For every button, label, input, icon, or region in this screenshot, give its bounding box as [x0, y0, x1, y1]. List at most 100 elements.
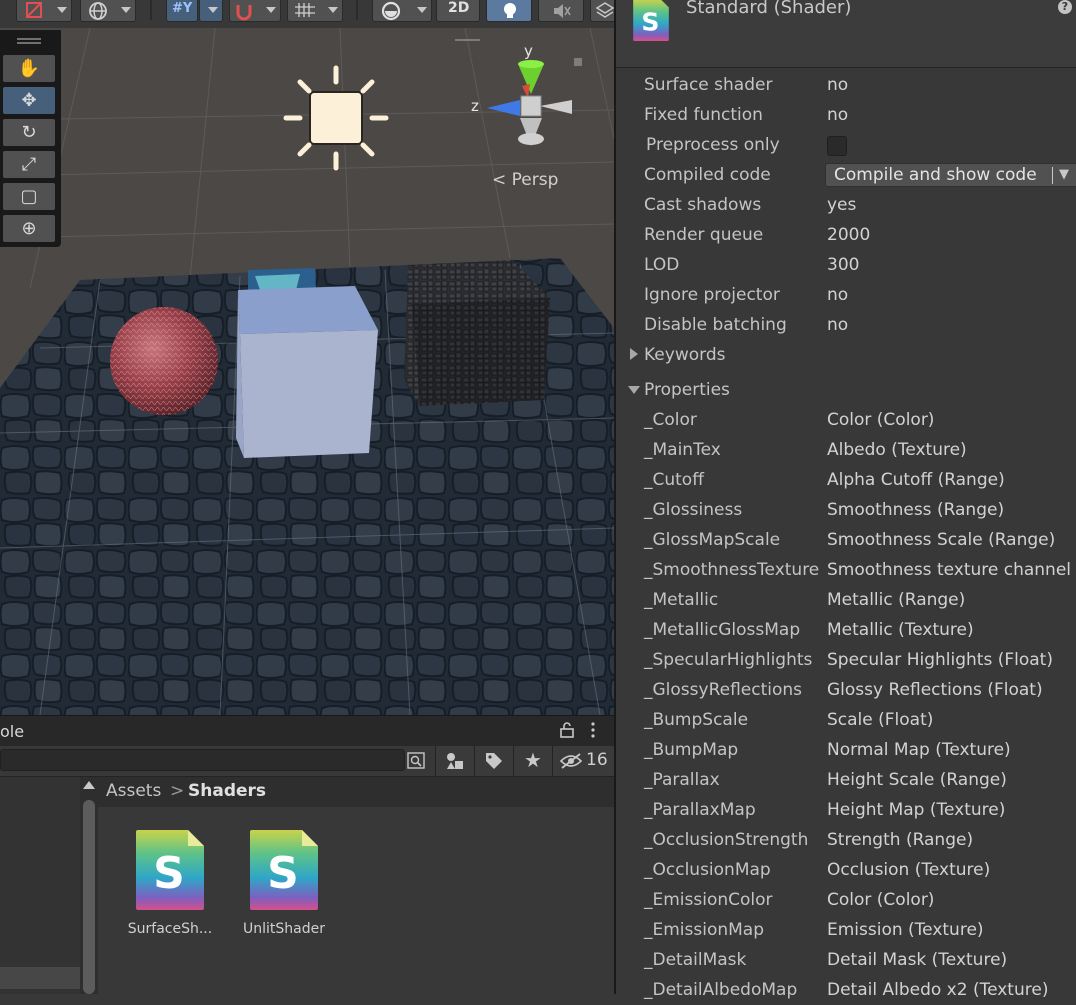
- tool-palette: ✋ ✥ ↻ ⤢ ▢ ⊕: [0, 30, 61, 247]
- palette-handle[interactable]: [17, 38, 41, 40]
- filter-by-type-button[interactable]: [435, 746, 474, 776]
- project-search-input[interactable]: [0, 749, 405, 771]
- property-description: Metallic (Range): [827, 590, 966, 610]
- property-description: Smoothness Scale (Range): [827, 530, 1056, 550]
- preprocess-only-checkbox[interactable]: [827, 136, 847, 156]
- shading-sphere-icon: [381, 1, 401, 21]
- console-tab[interactable]: ole: [0, 722, 24, 741]
- favorites-button[interactable]: ★: [513, 746, 552, 776]
- asset-label: SurfaceSh...: [127, 921, 213, 937]
- lighting-toggle-button[interactable]: [486, 0, 532, 22]
- hidden-packages-button[interactable]: 16: [552, 746, 615, 776]
- property-name: _SpecularHighlights: [644, 650, 813, 670]
- magnet-icon: [236, 5, 252, 21]
- property-description: Metallic (Texture): [827, 620, 974, 640]
- lock-icon[interactable]: [559, 722, 575, 738]
- grid-icon: [295, 3, 315, 17]
- property-row: _OcclusionMap Occlusion (Texture): [616, 855, 1076, 885]
- property-row: _ParallaxMap Height Map (Texture): [616, 795, 1076, 825]
- transform-tool-button[interactable]: ⊕: [3, 215, 55, 242]
- property-name: _Parallax: [644, 770, 720, 790]
- property-row: _Cutoff Alpha Cutoff (Range): [616, 465, 1076, 495]
- property-name: _Color: [644, 410, 697, 430]
- tag-icon: [486, 753, 502, 769]
- row-fixed-function: Fixed function no: [616, 100, 1076, 130]
- grid-visibility-dropdown[interactable]: [287, 0, 343, 22]
- property-row: _Metallic Metallic (Range): [616, 585, 1076, 615]
- property-row: _BumpMap Normal Map (Texture): [616, 735, 1076, 765]
- directional-light-icon[interactable]: [283, 65, 389, 171]
- field-label: Surface shader: [644, 75, 773, 95]
- field-label: LOD: [644, 255, 680, 275]
- property-description: Emission (Texture): [827, 920, 984, 940]
- property-name: _Glossiness: [644, 500, 743, 520]
- expanded-arrow-icon: [628, 386, 640, 394]
- bark-cube-object[interactable]: [404, 260, 550, 406]
- render-mode-dropdown[interactable]: [372, 0, 432, 22]
- dropdown-arrow-icon[interactable]: ▼: [1059, 167, 1069, 182]
- gizmo-y-label: y: [524, 42, 533, 60]
- svg-text:S: S: [267, 848, 299, 899]
- folder-tree-selected-item[interactable]: [0, 967, 80, 989]
- property-row: _MetallicGlossMap Metallic (Texture): [616, 615, 1076, 645]
- asset-label: UnlitShader: [243, 921, 325, 937]
- layers-icon: [595, 2, 615, 18]
- scene-view[interactable]: z y < Persp: [0, 28, 614, 715]
- shader-icon: S: [250, 830, 318, 910]
- svg-text:S: S: [153, 848, 185, 899]
- field-value: no: [827, 315, 849, 335]
- audio-toggle-button[interactable]: [538, 0, 584, 22]
- property-name: _EmissionColor: [644, 890, 773, 910]
- property-row: _Glossiness Smoothness (Range): [616, 495, 1076, 525]
- property-row: _SmoothnessTexture Smoothness texture cha…: [616, 555, 1076, 585]
- row-ignore-projector: Ignore projector no: [616, 280, 1076, 310]
- 2d-toggle-button[interactable]: 2D: [436, 0, 480, 22]
- red-sphere-object[interactable]: [110, 307, 218, 415]
- row-lod: LOD 300: [616, 250, 1076, 280]
- more-options-icon[interactable]: [590, 722, 596, 738]
- move-icon: ✥: [21, 90, 37, 111]
- breadcrumb-assets[interactable]: Assets: [106, 781, 161, 801]
- property-name: _BumpMap: [644, 740, 739, 760]
- properties-foldout[interactable]: Properties: [616, 375, 1076, 405]
- scroll-up-icon[interactable]: [83, 781, 95, 789]
- global-toggle-dropdown[interactable]: [80, 0, 136, 22]
- move-tool-button[interactable]: ✥: [3, 87, 55, 114]
- rotate-tool-button[interactable]: ↻: [3, 119, 55, 146]
- rect-tool-button[interactable]: ▢: [3, 183, 55, 210]
- shapes-icon: [447, 753, 463, 769]
- help-icon[interactable]: ?: [1058, 0, 1072, 14]
- shader-icon: S: [136, 830, 204, 910]
- filter-by-label-button[interactable]: [474, 746, 513, 776]
- projection-toggle[interactable]: < Persp: [492, 170, 558, 190]
- search-by-type-icon[interactable]: [407, 752, 427, 770]
- breadcrumb-separator: >: [170, 781, 185, 801]
- breadcrumb-shaders[interactable]: Shaders: [188, 781, 266, 801]
- project-folder-tree[interactable]: [0, 777, 81, 994]
- property-name: _ParallaxMap: [644, 800, 756, 820]
- property-name: _OcclusionMap: [644, 860, 771, 880]
- hand-tool-button[interactable]: ✋: [3, 55, 55, 82]
- snap-increment-dropdown[interactable]: [229, 0, 281, 22]
- compile-show-code-dropdown[interactable]: Compile and show code ▼: [825, 163, 1076, 187]
- property-row: _SpecularHighlights Specular Highlights (…: [616, 645, 1076, 675]
- scrollbar-thumb[interactable]: [83, 800, 95, 994]
- grid-snap-button[interactable]: #Y: [166, 0, 198, 22]
- project-panel: ole ★ 16 Assets > Shaders S SurfaceSh...…: [0, 715, 615, 994]
- keywords-foldout[interactable]: Keywords: [616, 340, 1076, 370]
- compile-button-label[interactable]: Compile and show code: [834, 165, 1037, 185]
- grid-snap-dropdown[interactable]: [199, 0, 223, 22]
- foldout-label: Keywords: [644, 345, 726, 365]
- row-surface-shader: Surface shader no: [616, 70, 1076, 100]
- collapsed-arrow-icon: [630, 348, 638, 360]
- property-row: _MainTex Albedo (Texture): [616, 435, 1076, 465]
- property-description: Smoothness (Range): [827, 500, 1005, 520]
- property-row: _Color Color (Color): [616, 405, 1076, 435]
- field-value: yes: [827, 195, 857, 215]
- toolbar-divider: [356, 0, 358, 20]
- gizmo-tool-dropdown[interactable]: [16, 0, 72, 22]
- white-cube-object[interactable]: [236, 286, 378, 458]
- scale-tool-button[interactable]: ⤢: [3, 151, 55, 178]
- property-description: Specular Highlights (Float): [827, 650, 1053, 670]
- field-label: Compiled code: [644, 165, 771, 185]
